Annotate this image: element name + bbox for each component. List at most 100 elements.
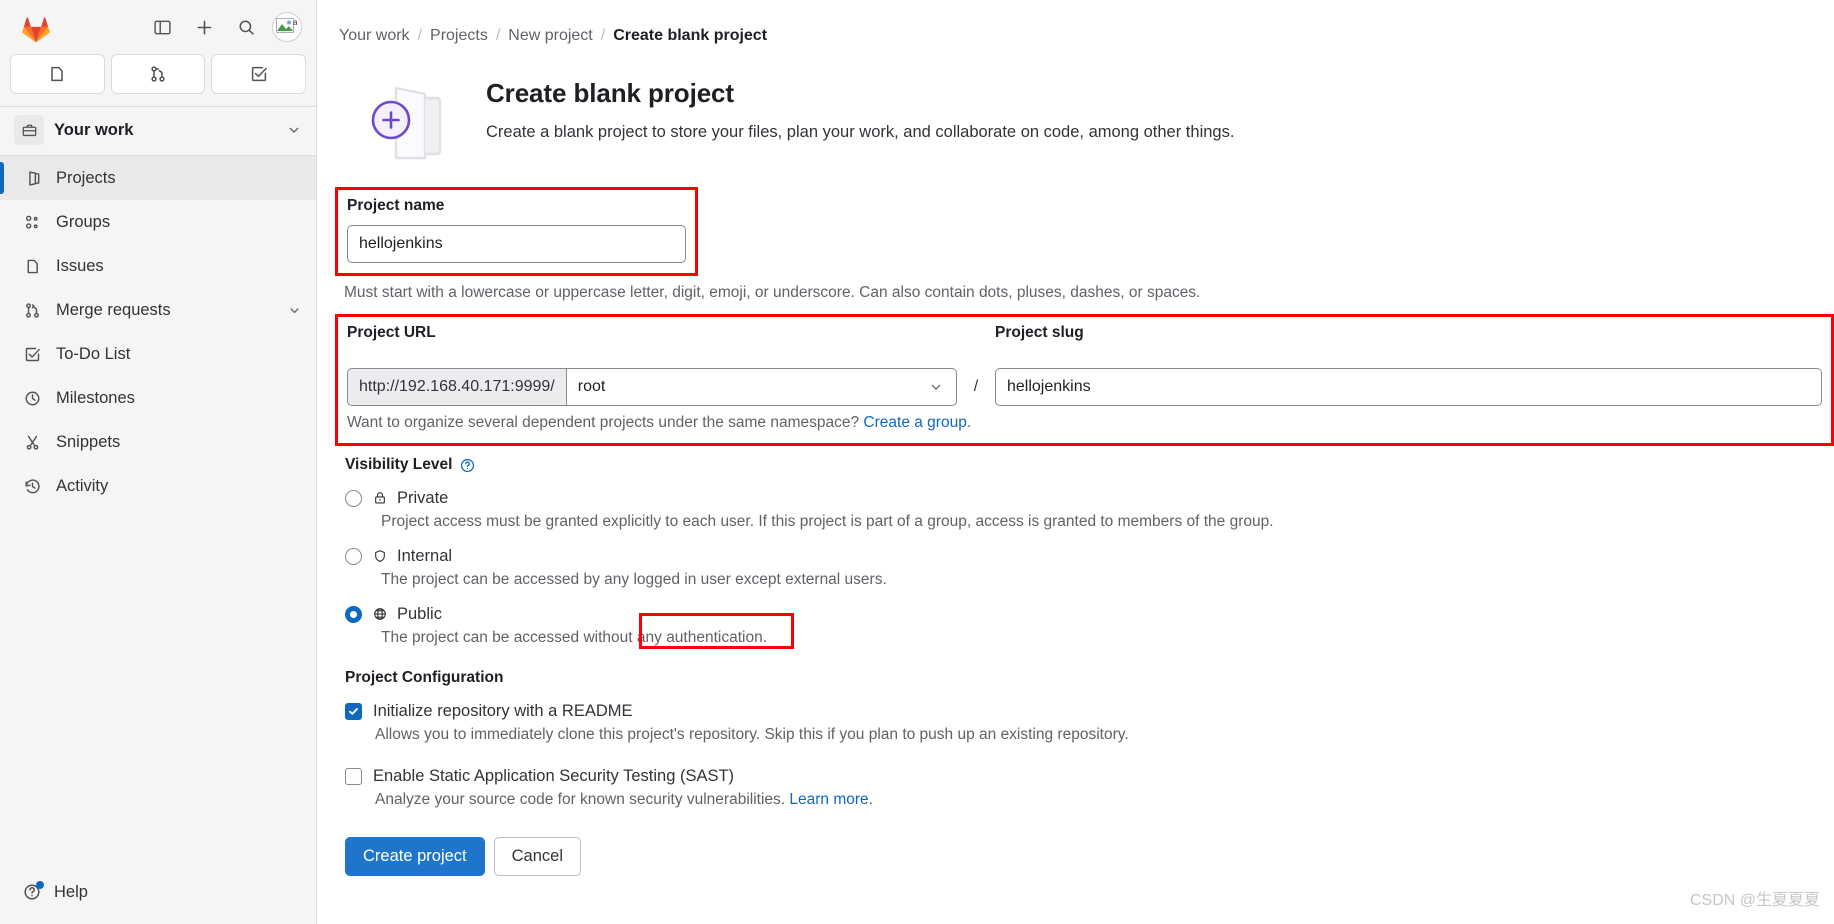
sidebar-item-snippets[interactable]: Snippets [0,420,316,464]
breadcrumb-separator: / [600,27,606,44]
issues-icon [22,256,42,276]
sidebar-item-projects[interactable]: Projects [0,156,316,200]
config-option-readme[interactable]: Initialize repository with a README [345,699,1834,723]
form-actions: Create project Cancel [345,837,1834,876]
cancel-button[interactable]: Cancel [493,837,582,876]
sidebar-item-label: Help [54,882,88,901]
sidebar-item-activity[interactable]: Activity [0,464,316,508]
breadcrumb-separator: / [417,27,423,44]
sidebar-item-label: Projects [56,168,116,187]
sidebar-section-your-work[interactable]: Your work [0,107,316,153]
help-notification-dot [36,881,44,889]
sidebar-top-bar: a [0,0,316,52]
chevron-down-icon[interactable] [286,122,302,138]
radio-public[interactable] [345,605,362,623]
breadcrumb: Your work / Projects / New project / Cre… [317,0,1834,48]
create-project-form: Project name Must start with a lowercase… [317,169,1834,876]
namespace-select-value: root [577,378,606,395]
briefcase-icon [14,115,44,145]
visibility-label-public[interactable]: Public [397,605,442,624]
project-name-label: Project name [347,197,445,214]
projects-icon [22,168,42,188]
visibility-label-private[interactable]: Private [397,489,448,508]
breadcrumb-item-your-work[interactable]: Your work [339,27,410,45]
left-sidebar: a Your work Projects Groups Issues Merge… [0,0,317,924]
namespace-select[interactable]: root [565,368,957,406]
create-project-button[interactable]: Create project [345,837,485,876]
shield-icon [371,548,388,565]
sidebar-item-label: To-Do List [56,344,131,363]
visibility-desc-internal: The project can be accessed by any logge… [381,571,887,588]
radio-private[interactable] [345,489,362,507]
history-icon [22,476,42,496]
main-content: Your work / Projects / New project / Cre… [317,0,1834,924]
project-url-prefix: http://192.168.40.171:9999/ [347,368,566,406]
sidebar-item-merge-requests[interactable]: Merge requests [0,288,316,332]
config-desc-readme: Allows you to immediately clone this pro… [375,726,1129,743]
create-a-group-link[interactable]: Create a group [863,414,966,431]
visibility-option-internal[interactable]: Internal [345,543,1834,569]
chevron-down-icon [928,379,944,395]
url-slash-separator: / [973,378,979,395]
project-url-field: http://192.168.40.171:9999/ root [347,368,957,406]
breadcrumb-item-projects[interactable]: Projects [430,27,488,45]
gitlab-logo-icon[interactable] [18,9,54,45]
sidebar-item-label: Groups [56,212,111,231]
breadcrumb-item-new-project[interactable]: New project [508,27,592,45]
project-slug-label: Project slug [995,324,1084,341]
project-slug-input[interactable] [995,368,1822,406]
watermark: CSDN @生夏夏夏 [1689,892,1820,909]
page-header-text: Create blank project Create a blank proj… [486,70,1234,142]
page-title: Create blank project [486,78,734,108]
visibility-option-private[interactable]: Private [345,485,1834,511]
visibility-desc-public: The project can be accessed without any … [381,629,768,646]
sidebar-item-todo-list[interactable]: To-Do List [0,332,316,376]
search-icon[interactable] [228,9,264,45]
toggle-sidebar-icon[interactable] [144,9,180,45]
visibility-level-header: Visibility Level [345,456,1834,474]
visibility-level-label: Visibility Level [345,456,453,473]
project-url-label: Project URL [347,324,436,341]
sidebar-item-milestones[interactable]: Milestones [0,376,316,420]
sidebar-nav-list: Projects Groups Issues Merge requests To… [0,156,316,508]
config-label-sast[interactable]: Enable Static Application Security Testi… [373,767,734,786]
avatar[interactable]: a [272,12,302,42]
sidebar-bottom: Help [0,872,316,924]
page-subtitle: Create a blank project to store your fil… [486,123,1235,141]
breadcrumb-current: Create blank project [613,27,768,44]
project-slug-label-wrap: Project slug [995,324,1822,342]
project-url-row: http://192.168.40.171:9999/ root / hello… [347,368,1822,406]
question-circle-icon[interactable] [459,457,476,474]
quick-action-issues[interactable] [10,54,105,94]
globe-icon [371,606,388,623]
sidebar-item-label: Milestones [56,388,135,407]
config-label-readme[interactable]: Initialize repository with a README [373,702,633,721]
quick-action-todo[interactable] [211,54,307,94]
sidebar-item-groups[interactable]: Groups [0,200,316,244]
config-option-sast[interactable]: Enable Static Application Security Testi… [345,764,1834,788]
visibility-option-public[interactable]: Public [345,601,1834,627]
namespace-hint-text: Want to organize several dependent proje… [347,414,860,431]
sidebar-section-label: Your work [54,120,134,139]
radio-internal[interactable] [345,547,362,565]
sidebar-item-issues[interactable]: Issues [0,244,316,288]
page-header: Create blank project Create a blank proj… [317,48,1834,169]
sidebar-item-label: Activity [56,476,109,495]
sidebar-item-label: Merge requests [56,300,171,319]
namespace-hint: Want to organize several dependent proje… [347,414,1822,432]
learn-more-link[interactable]: Learn more. [789,791,873,808]
project-configuration-title: Project Configuration [345,669,504,686]
visibility-label-internal[interactable]: Internal [397,547,452,566]
sidebar-item-help[interactable]: Help [14,872,302,912]
question-circle-icon [22,881,44,902]
quick-action-merge-requests[interactable] [110,54,206,94]
checkbox-enable-sast[interactable] [345,767,362,785]
project-name-input[interactable] [347,225,686,263]
broken-image-icon: a [276,18,298,36]
project-url-annotation-box: Project URL Project slug http://192.168.… [335,314,1834,446]
new-item-icon[interactable] [186,9,222,45]
project-configuration-section: Project Configuration Initialize reposit… [345,669,1834,809]
chevron-down-icon[interactable] [287,303,302,318]
checkbox-initialize-readme[interactable] [345,702,362,720]
sidebar-item-label: Issues [56,256,104,275]
